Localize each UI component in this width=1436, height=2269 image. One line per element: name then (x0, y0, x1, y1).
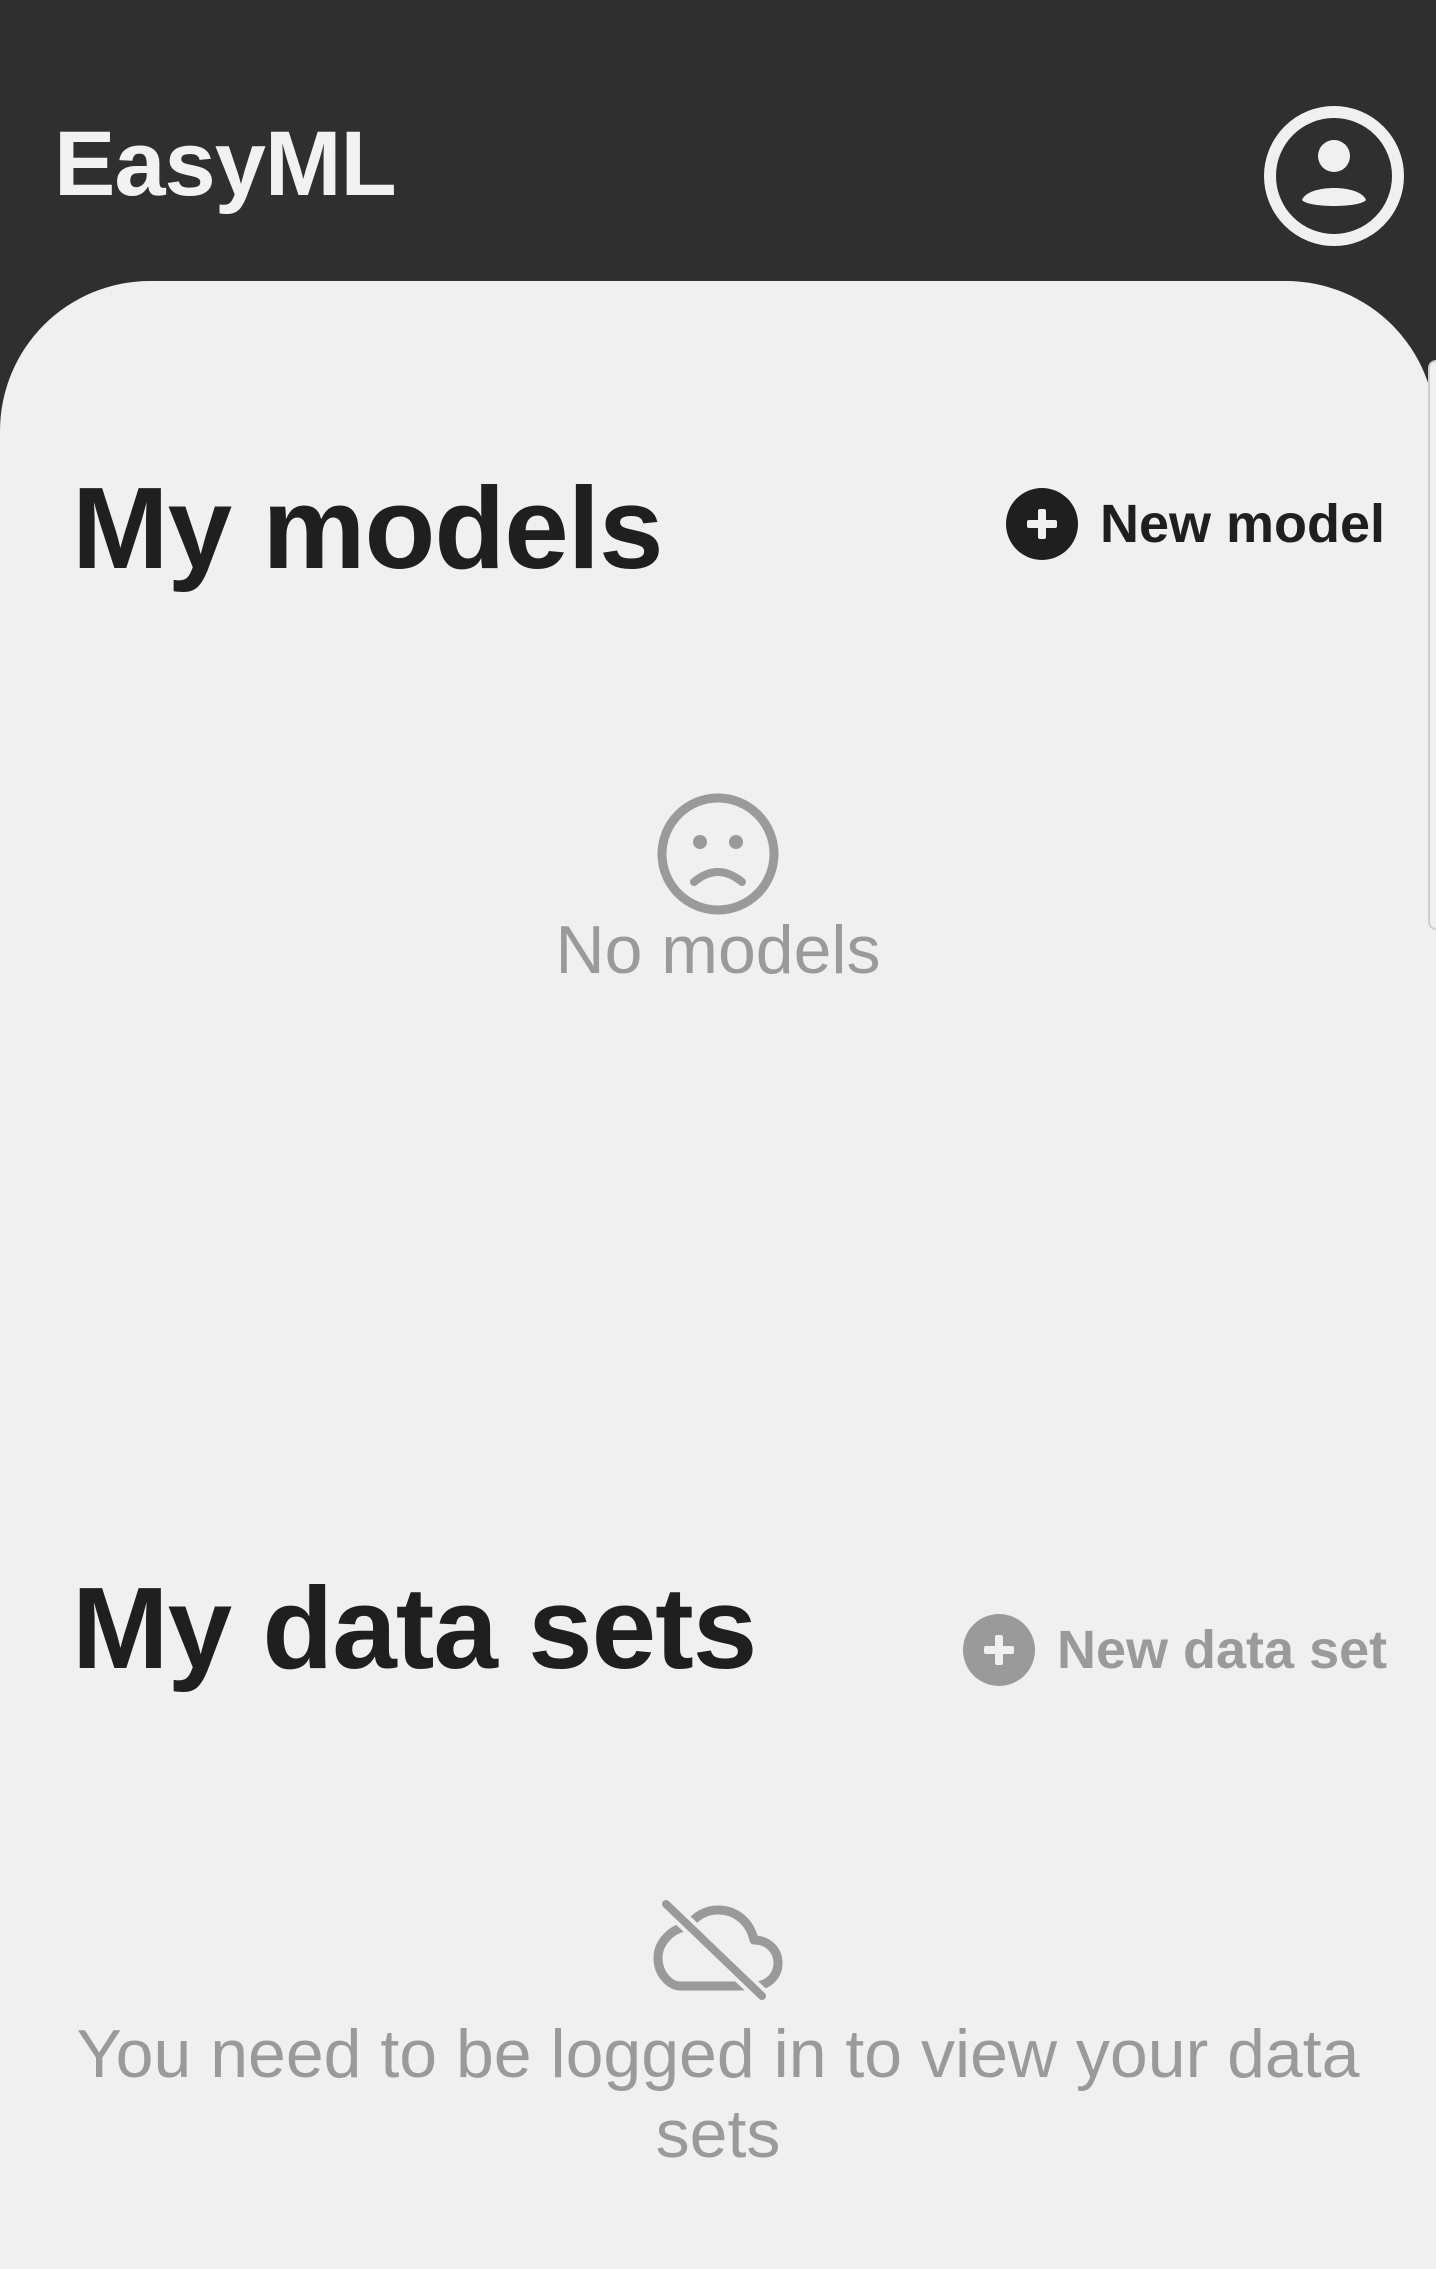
cloud-off-icon (653, 1900, 783, 2000)
account-circle-icon (1264, 106, 1404, 246)
models-section-title: My models (72, 463, 663, 593)
app-title: EasyML (54, 113, 397, 215)
app-bar: EasyML (0, 0, 1436, 300)
new-model-button[interactable]: New model (1006, 488, 1385, 560)
datasets-empty-text: You need to be logged in to view your da… (76, 2016, 1360, 2172)
sad-face-icon (657, 793, 779, 915)
add-circle-icon (1006, 488, 1078, 560)
datasets-empty-state: You need to be logged in to view your da… (0, 1900, 1436, 2174)
datasets-section-title: My data sets (72, 1563, 757, 1693)
add-circle-icon (963, 1614, 1035, 1686)
new-model-label: New model (1100, 494, 1386, 554)
account-button[interactable] (1262, 104, 1406, 248)
new-dataset-button[interactable]: New data set (963, 1614, 1387, 1686)
models-empty-text: No models (555, 912, 881, 988)
models-empty-state: No models (0, 792, 1436, 990)
new-dataset-label: New data set (1057, 1620, 1388, 1680)
